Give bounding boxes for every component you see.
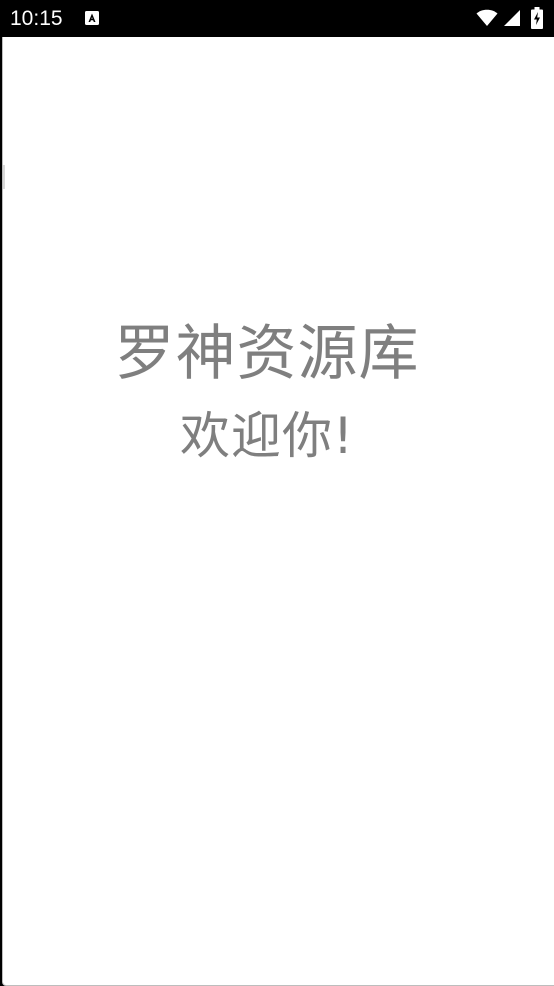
welcome-block: 罗神资源库 欢迎你! (3, 317, 531, 467)
welcome-message: 欢迎你! (179, 407, 355, 465)
app-title: 罗神资源库 (114, 319, 420, 389)
cell-signal-icon (503, 9, 521, 27)
splash-screen: 罗神资源库 欢迎你! (2, 37, 554, 986)
status-bar: 10:15 (0, 0, 554, 37)
battery-charging-icon (531, 7, 543, 29)
status-time: 10:15 (10, 7, 63, 30)
edge-divider (3, 165, 5, 189)
notification-a-icon (84, 10, 100, 26)
wifi-icon (476, 9, 498, 27)
